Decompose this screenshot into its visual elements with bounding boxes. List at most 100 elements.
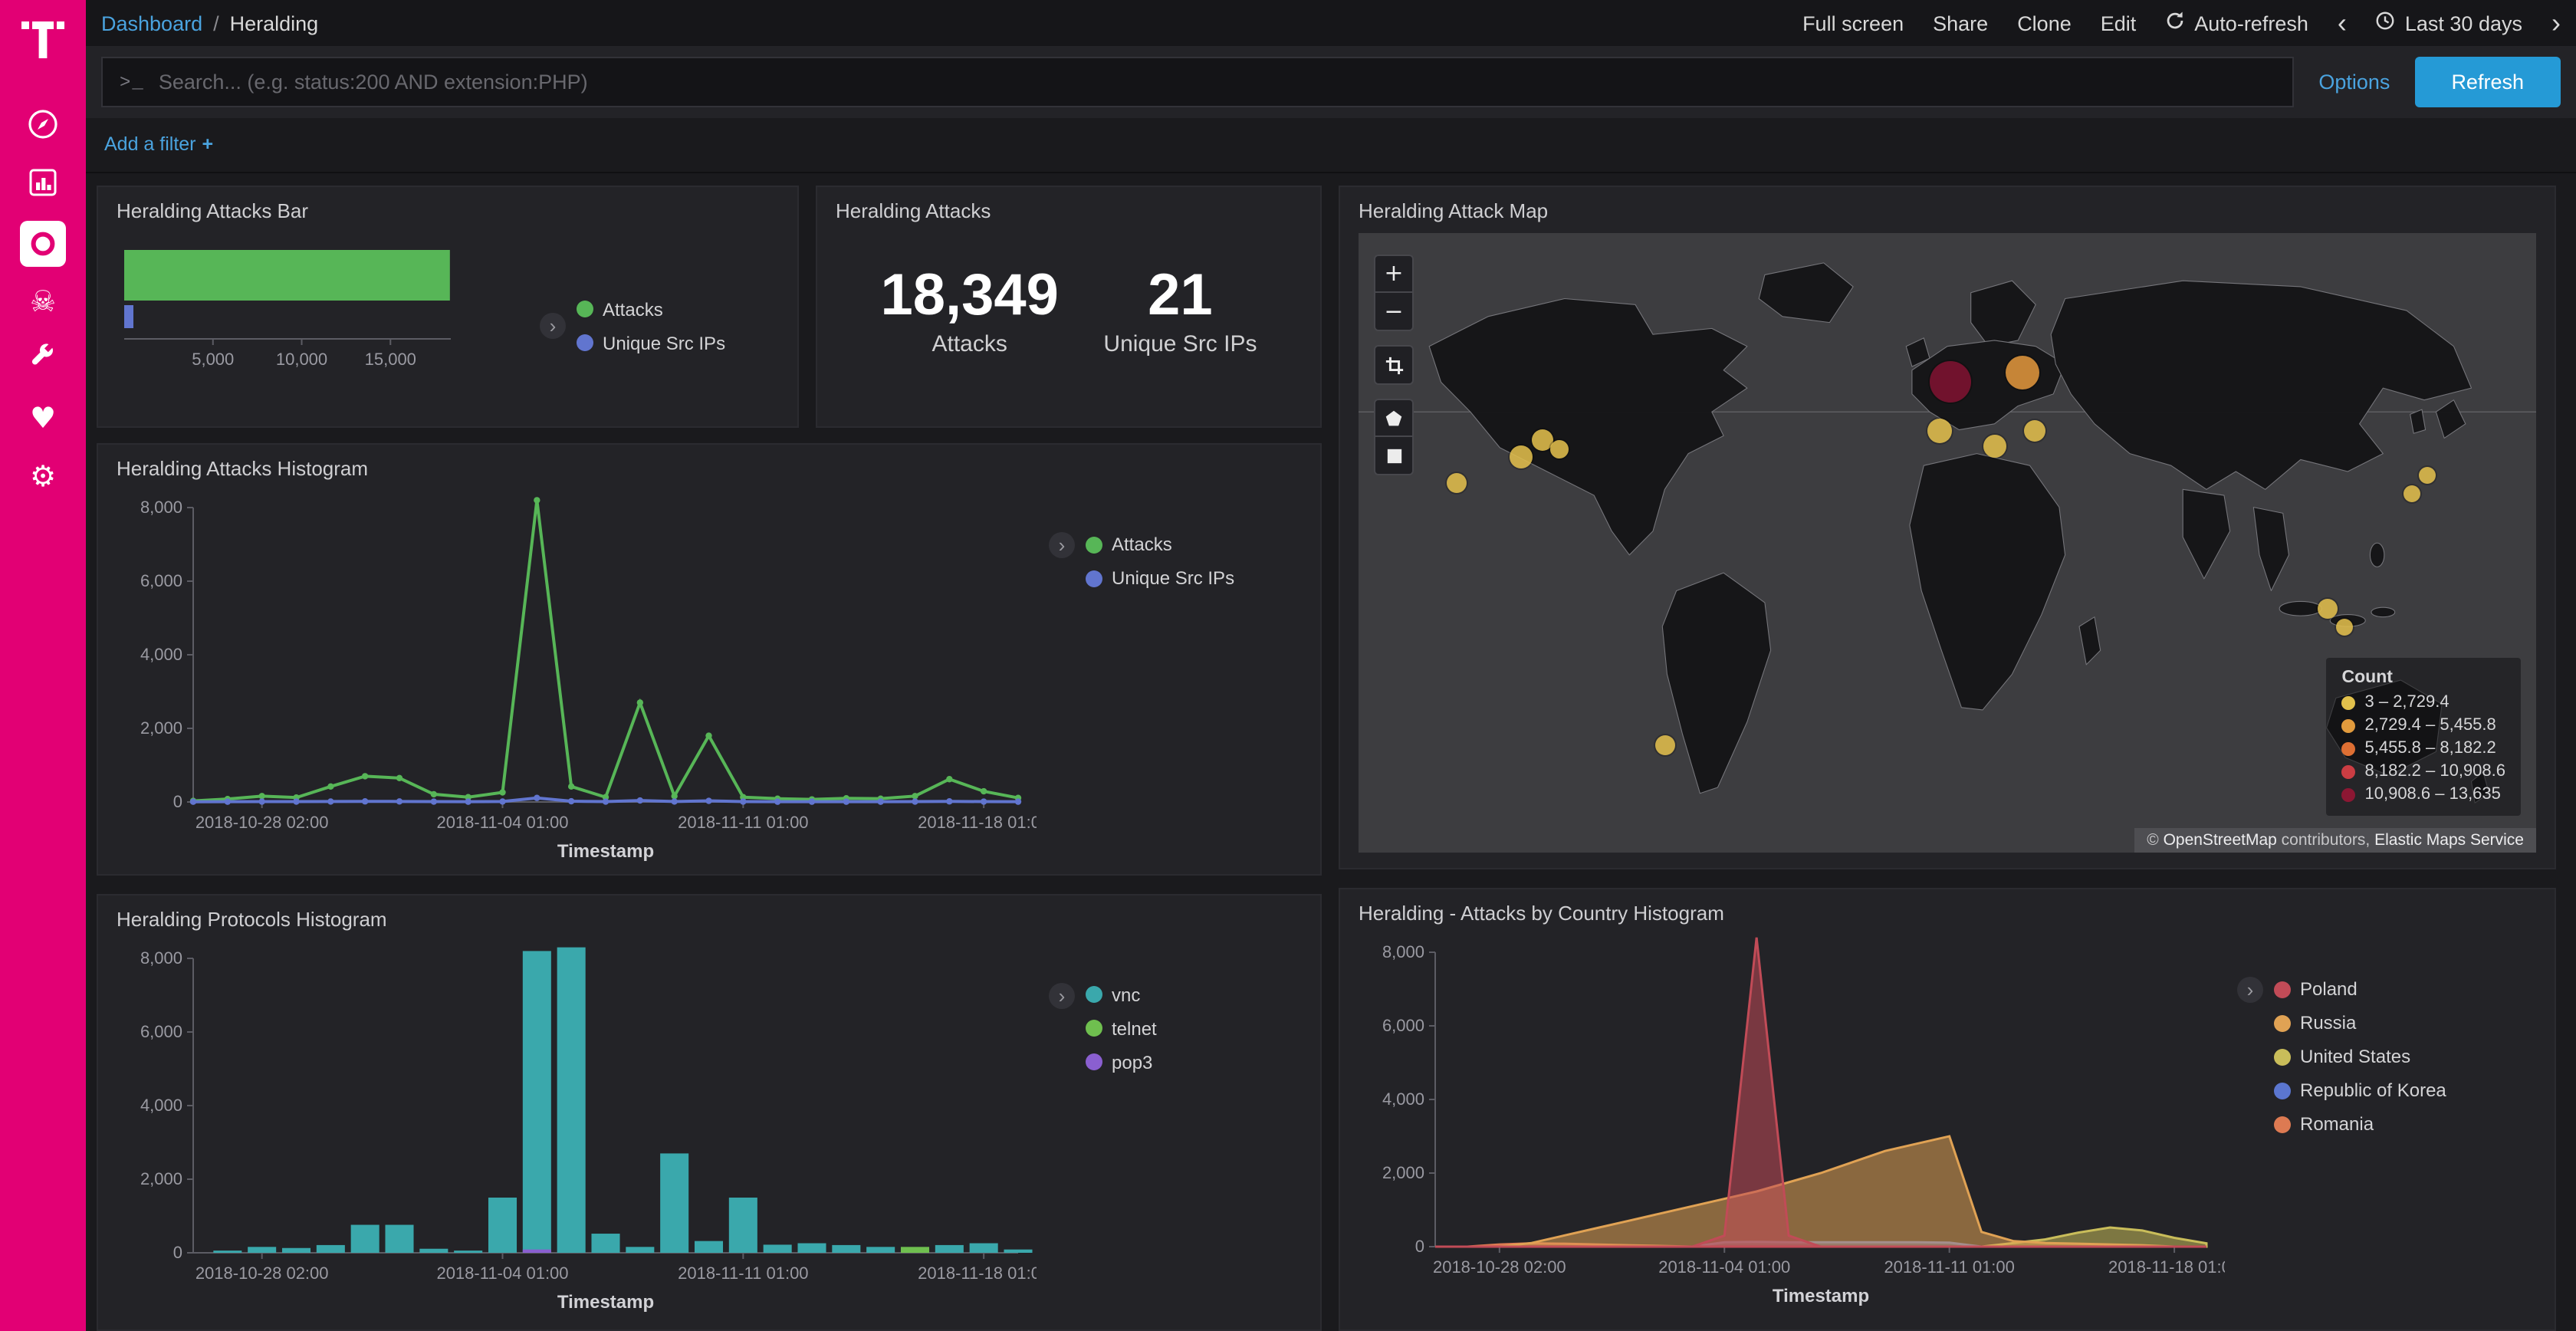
svg-text:0: 0 — [173, 1242, 182, 1261]
legend-collapse-icon[interactable]: › — [1049, 982, 1075, 1008]
map-attack-marker[interactable] — [2336, 618, 2353, 635]
sidebar-item-settings[interactable]: ⚙ — [9, 449, 77, 504]
breadcrumb-current: Heralding — [230, 12, 319, 35]
map-attack-marker[interactable] — [2404, 485, 2421, 502]
legend-item[interactable]: Unique Src IPs — [1086, 567, 1234, 589]
panel-attacks-bar: Heralding Attacks Bar 5,00010,00015,000 … — [97, 186, 799, 428]
sidebar-item-visualize[interactable] — [9, 158, 77, 213]
panel-title: Heralding Attacks Bar — [117, 199, 779, 222]
clock-icon — [2376, 11, 2396, 35]
draw-polygon-button[interactable] — [1375, 400, 1412, 437]
legend-item[interactable]: vnc — [1086, 984, 1157, 1005]
zoom-out-button[interactable]: − — [1375, 293, 1412, 330]
dashboard-menu: Full screen Share Clone Edit Auto-refres… — [1802, 9, 2561, 37]
terminal-prompt-icon: >_ — [120, 71, 145, 93]
metric-value: 21 — [1103, 265, 1257, 330]
map-legend-item[interactable]: 3 – 2,729.4 — [2342, 694, 2506, 712]
legend-collapse-icon[interactable]: › — [540, 312, 566, 338]
map-attack-marker[interactable] — [1983, 435, 2006, 458]
wrench-icon — [28, 341, 58, 380]
map-attack-marker[interactable] — [2024, 421, 2045, 442]
legend-item[interactable]: Romania — [2274, 1114, 2446, 1135]
refresh-button[interactable]: Refresh — [2414, 57, 2561, 107]
svg-text:2,000: 2,000 — [140, 1168, 182, 1188]
query-bar: >_ Options Refresh — [86, 46, 2576, 118]
gear-icon: ⚙ — [30, 462, 56, 491]
elastic-maps-link[interactable]: Elastic Maps Service — [2374, 832, 2524, 850]
breadcrumb: Dashboard / Heralding — [101, 12, 318, 35]
svg-text:Timestamp: Timestamp — [557, 1291, 654, 1312]
zoom-in-button[interactable]: + — [1375, 256, 1412, 293]
panel-title: Heralding Protocols Histogram — [117, 907, 1302, 930]
share-button[interactable]: Share — [1933, 12, 1988, 35]
protocols-histogram-chart: 02,0004,0006,0008,0002018-10-28 02:00201… — [117, 936, 1037, 1319]
metric-value: 18,349 — [880, 265, 1058, 330]
map-controls: + − — [1374, 255, 1414, 475]
time-forward-button[interactable]: › — [2551, 9, 2561, 37]
map-attack-marker[interactable] — [1928, 418, 1953, 442]
legend-collapse-icon[interactable]: › — [2237, 978, 2263, 1004]
svg-text:2018-11-18 01:00: 2018-11-18 01:00 — [918, 1263, 1037, 1282]
sidebar-item-health[interactable]: ♥ — [9, 391, 77, 446]
sidebar-item-tpot-active[interactable] — [9, 216, 77, 271]
map-attack-marker[interactable] — [1549, 439, 1568, 458]
draw-rectangle-button[interactable] — [1375, 437, 1412, 474]
svg-text:Timestamp: Timestamp — [557, 841, 654, 862]
tmobile-logo[interactable] — [20, 12, 66, 69]
time-range-button[interactable]: Last 30 days — [2376, 11, 2522, 35]
legend-item[interactable]: Russia — [2274, 1013, 2446, 1034]
clone-button[interactable]: Clone — [2017, 12, 2072, 35]
svg-text:8,000: 8,000 — [140, 948, 182, 967]
map-legend-item[interactable]: 8,182.2 – 10,908.6 — [2342, 763, 2506, 781]
legend-item[interactable]: pop3 — [1086, 1051, 1157, 1073]
sidebar-item-attack[interactable]: ☠ — [9, 274, 77, 330]
legend-item[interactable]: telnet — [1086, 1017, 1157, 1039]
bar-chart-icon — [26, 165, 60, 206]
legend-collapse-icon[interactable]: › — [1049, 532, 1075, 558]
map-attack-marker[interactable] — [2318, 598, 2338, 618]
legend-item[interactable]: Republic of Korea — [2274, 1080, 2446, 1102]
sidebar: ☠ ♥ ⚙ — [0, 0, 86, 1331]
map-legend-item[interactable]: 5,455.8 – 8,182.2 — [2342, 740, 2506, 758]
map-legend-item[interactable]: 10,908.6 – 13,635 — [2342, 786, 2506, 804]
svg-text:10,000: 10,000 — [276, 350, 327, 369]
panel-country-histogram: Heralding - Attacks by Country Histogram… — [1339, 889, 2556, 1331]
metric-label: Unique Src IPs — [1103, 331, 1257, 357]
map-legend-item[interactable]: 2,729.4 – 5,455.8 — [2342, 717, 2506, 735]
auto-refresh-button[interactable]: Auto-refresh — [2165, 11, 2308, 35]
legend-item[interactable]: Attacks — [1086, 534, 1234, 555]
svg-text:0: 0 — [1415, 1237, 1424, 1257]
svg-text:2018-11-11 01:00: 2018-11-11 01:00 — [678, 1263, 808, 1282]
breadcrumb-dashboard-link[interactable]: Dashboard — [101, 12, 202, 35]
map-legend-rows: 3 – 2,729.4 2,729.4 – 5,455.8 5,455.8 – 8,… — [2342, 694, 2506, 804]
legend-item[interactable]: United States — [2274, 1047, 2446, 1068]
time-back-button[interactable]: ‹ — [2338, 9, 2347, 37]
map-attack-marker[interactable] — [1510, 445, 1533, 468]
legend-item[interactable]: Poland — [2274, 979, 2446, 1001]
svg-text:0: 0 — [173, 792, 182, 811]
map-attack-marker[interactable] — [1930, 361, 1972, 403]
svg-text:5,000: 5,000 — [192, 350, 234, 369]
svg-text:2018-10-28 02:00: 2018-10-28 02:00 — [196, 813, 329, 832]
search-input[interactable] — [159, 71, 2276, 94]
map-attack-marker[interactable] — [2006, 357, 2039, 390]
add-filter-link[interactable]: Add a filter+ — [104, 133, 213, 155]
fit-data-bounds-button[interactable] — [1375, 347, 1412, 383]
map-attack-marker[interactable] — [1654, 735, 1674, 754]
openstreetmap-link[interactable]: OpenStreetMap — [2164, 832, 2277, 850]
sidebar-item-dashboard[interactable] — [9, 100, 77, 155]
legend-item[interactable]: Attacks — [577, 298, 725, 320]
svg-text:2,000: 2,000 — [1382, 1164, 1424, 1183]
full-screen-button[interactable]: Full screen — [1802, 12, 1904, 35]
panel-title: Heralding Attacks — [836, 199, 1302, 222]
world-map[interactable]: + − — [1359, 233, 2536, 853]
edit-button[interactable]: Edit — [2101, 12, 2137, 35]
attacks-histogram-chart: 02,0004,0006,0008,0002018-10-28 02:00201… — [117, 486, 1037, 869]
map-attack-marker[interactable] — [2420, 466, 2436, 483]
search-box[interactable]: >_ — [101, 57, 2294, 107]
map-attack-marker[interactable] — [1446, 474, 1466, 494]
chart-legend: Poland Russia United States Republic of Kor… — [2274, 979, 2446, 1135]
options-link[interactable]: Options — [2318, 71, 2390, 94]
legend-item[interactable]: Unique Src IPs — [577, 332, 725, 353]
sidebar-item-tools[interactable] — [9, 333, 77, 388]
